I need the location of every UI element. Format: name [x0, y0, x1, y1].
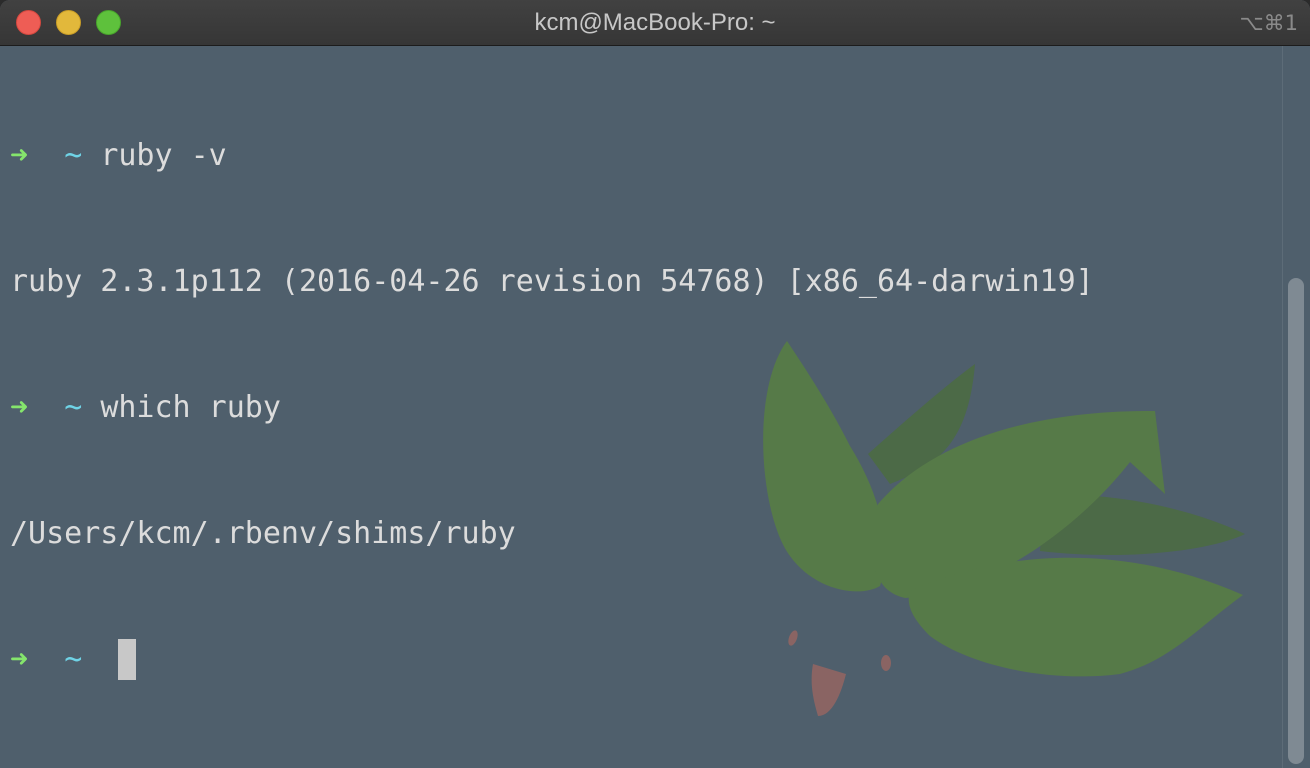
- window-title: kcm@MacBook-Pro: ~: [534, 9, 776, 36]
- terminal-lines: ➜ ~ ruby -v ruby 2.3.1p112 (2016-04-26 r…: [10, 51, 1094, 765]
- prompt-arrow-icon: ➜: [10, 642, 29, 677]
- scroll-thumb[interactable]: [1288, 278, 1304, 764]
- text-cursor: [118, 639, 137, 680]
- command-text: which ruby: [100, 390, 281, 425]
- window-shortcut: ⌥⌘1: [1239, 11, 1298, 35]
- terminal-line-output: ruby 2.3.1p112 (2016-04-26 revision 5476…: [10, 264, 1094, 299]
- title-bar[interactable]: kcm@MacBook-Pro: ~ ⌥⌘1: [0, 0, 1310, 46]
- terminal-line-active-prompt[interactable]: ➜ ~: [10, 639, 1094, 681]
- vertical-scrollbar[interactable]: [1282, 46, 1310, 768]
- prompt-arrow-icon: ➜: [10, 390, 29, 425]
- terminal-content[interactable]: ➜ ~ ruby -v ruby 2.3.1p112 (2016-04-26 r…: [0, 46, 1282, 768]
- terminal-window: kcm@MacBook-Pro: ~ ⌥⌘1 ➜ ~ ruby -v ruby …: [0, 0, 1310, 768]
- prompt-directory: ~: [64, 390, 83, 425]
- terminal-line-prompt: ➜ ~ which ruby: [10, 387, 1094, 429]
- prompt-arrow-icon: ➜: [10, 138, 29, 173]
- terminal-line-prompt: ➜ ~ ruby -v: [10, 135, 1094, 177]
- prompt-directory: ~: [64, 138, 83, 173]
- terminal-line-output: /Users/kcm/.rbenv/shims/ruby: [10, 516, 516, 551]
- command-text: ruby -v: [100, 138, 227, 173]
- prompt-directory: ~: [64, 642, 83, 677]
